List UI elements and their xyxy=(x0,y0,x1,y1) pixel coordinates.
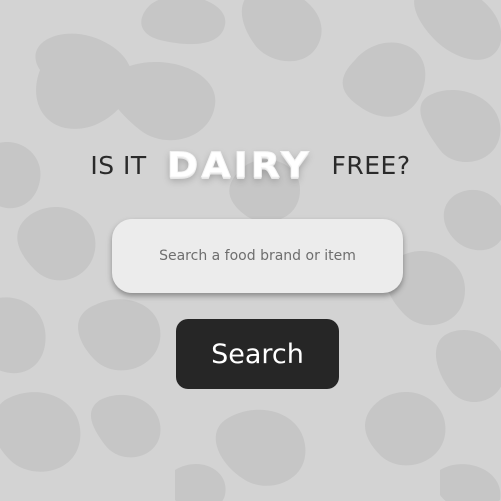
headline-suffix: FREE? xyxy=(331,150,411,180)
cow-spot xyxy=(241,0,322,62)
headline-prefix: IS IT xyxy=(90,150,147,180)
headline-highlight: DAIRY xyxy=(166,144,312,186)
cow-spot xyxy=(365,392,446,466)
cow-spot xyxy=(141,0,226,45)
cow-spot xyxy=(435,330,501,403)
cow-spot xyxy=(440,464,501,501)
cow-spot xyxy=(17,207,96,281)
cow-spot xyxy=(414,0,501,60)
cow-spot xyxy=(443,190,501,251)
headline: IS IT DAIRY FREE? xyxy=(0,140,501,190)
cow-spot xyxy=(342,42,426,117)
search-button[interactable]: Search xyxy=(176,319,339,389)
cow-spot xyxy=(0,392,81,472)
cow-spot xyxy=(90,394,161,458)
page: IS IT DAIRY FREE? Search xyxy=(0,0,501,501)
cow-spot xyxy=(0,297,46,374)
cow-spot xyxy=(108,62,216,141)
cow-spot xyxy=(215,409,306,486)
cow-spot xyxy=(175,464,226,501)
search-box xyxy=(112,219,403,293)
cow-spot xyxy=(78,299,161,371)
search-input[interactable] xyxy=(125,247,390,265)
